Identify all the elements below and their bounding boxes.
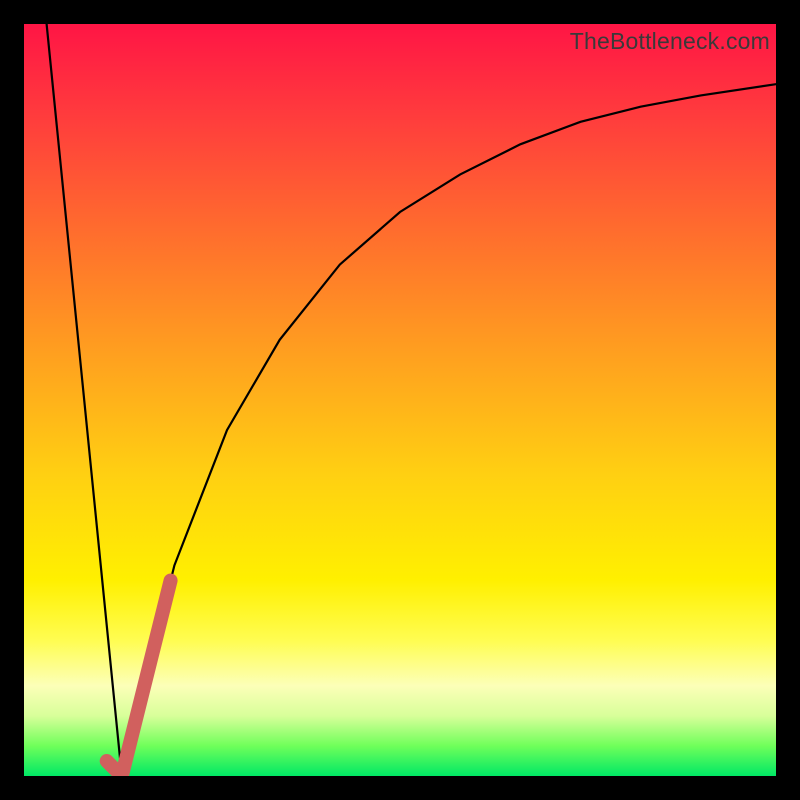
right-branch-line xyxy=(122,84,776,776)
highlight-line xyxy=(107,581,171,777)
chart-plot-area: TheBottleneck.com xyxy=(24,24,776,776)
chart-frame: TheBottleneck.com xyxy=(0,0,800,800)
left-branch-line xyxy=(47,24,122,776)
chart-lines xyxy=(24,24,776,776)
